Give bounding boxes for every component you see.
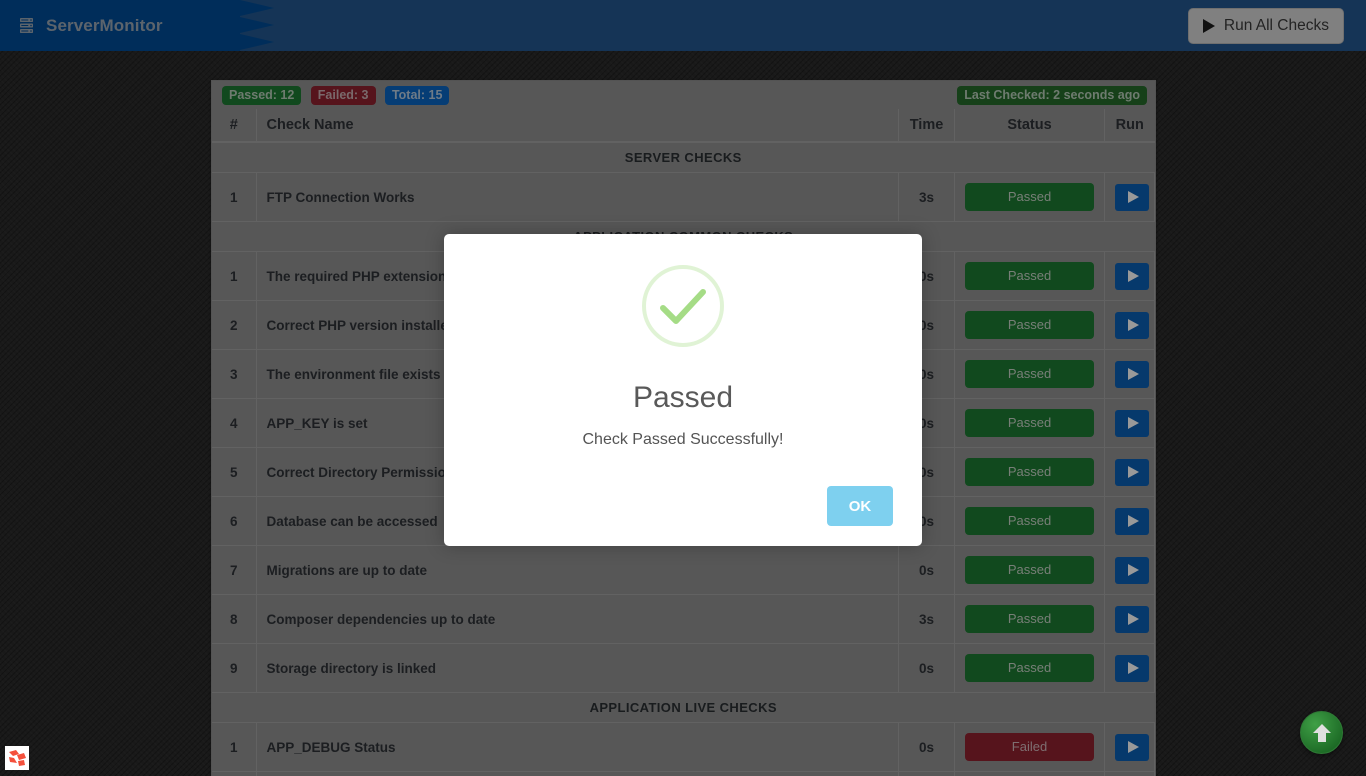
laravel-debugbar-toggle[interactable] xyxy=(5,746,29,770)
result-modal: Passed Check Passed Successfully! OK xyxy=(444,234,922,546)
modal-ok-button[interactable]: OK xyxy=(827,486,893,526)
scroll-to-top-button[interactable] xyxy=(1300,711,1343,754)
modal-message: Check Passed Successfully! xyxy=(582,431,784,448)
modal-title: Passed xyxy=(632,381,734,414)
success-check-icon xyxy=(642,265,724,347)
arrow-up-icon xyxy=(1312,723,1331,742)
laravel-logo-icon xyxy=(8,749,26,766)
